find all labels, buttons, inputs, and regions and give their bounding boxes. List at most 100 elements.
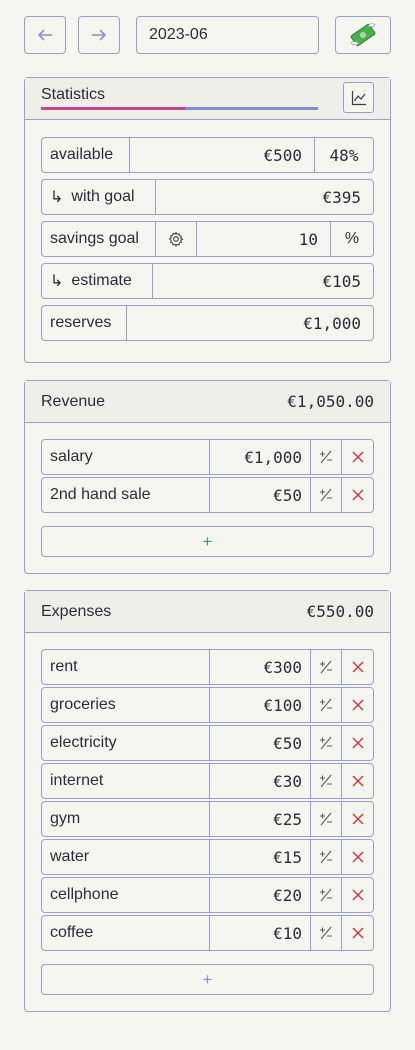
expenses-title: Expenses xyxy=(41,602,112,620)
percent-toggle-button[interactable] xyxy=(311,840,342,874)
item-amount-input[interactable]: €10 xyxy=(210,916,311,950)
with-goal-value: €395 xyxy=(322,187,361,207)
revenue-item-row: salary €1,000 xyxy=(41,439,374,475)
stat-row-estimate: ↳ estimate €105 xyxy=(41,263,374,299)
item-name-input[interactable]: water xyxy=(42,840,210,874)
item-name-input[interactable]: internet xyxy=(42,764,210,798)
savings-goal-input[interactable]: 10 xyxy=(197,222,331,256)
gear-icon xyxy=(168,231,184,247)
percent-toggle-button[interactable] xyxy=(311,726,342,760)
percent-toggle-button[interactable] xyxy=(311,878,342,912)
next-month-button[interactable] xyxy=(78,16,120,54)
delete-item-button[interactable] xyxy=(342,650,373,684)
money-button[interactable] xyxy=(335,16,391,54)
revenue-header: Revenue €1,050.00 xyxy=(25,381,390,423)
plus-minus-icon xyxy=(320,888,332,902)
item-amount-input[interactable]: €20 xyxy=(210,878,311,912)
savings-goal-label: savings goal xyxy=(42,222,156,256)
delete-item-button[interactable] xyxy=(342,878,373,912)
savings-goal-unit: % xyxy=(344,230,360,247)
line-chart-icon xyxy=(351,90,366,105)
item-name-input[interactable]: 2nd hand sale xyxy=(42,478,210,512)
revenue-card: Revenue €1,050.00 salary €1,000 2nd hand s… xyxy=(24,380,391,574)
delete-item-button[interactable] xyxy=(342,802,373,836)
estimate-label: estimate xyxy=(71,272,132,289)
stat-row-reserves: reserves €1,000 xyxy=(41,305,374,341)
item-amount-input[interactable]: €50 xyxy=(210,478,311,512)
close-icon xyxy=(352,699,363,711)
item-name-input[interactable]: salary xyxy=(42,440,210,474)
delete-item-button[interactable] xyxy=(342,478,373,512)
percent-toggle-button[interactable] xyxy=(311,478,342,512)
delete-item-button[interactable] xyxy=(342,840,373,874)
plus-minus-icon xyxy=(320,736,332,750)
item-name-input[interactable]: groceries xyxy=(42,688,210,722)
plus-minus-icon xyxy=(320,450,332,464)
stat-row-available: available €500 48% xyxy=(41,137,374,173)
delete-item-button[interactable] xyxy=(342,916,373,950)
item-name-input[interactable]: rent xyxy=(42,650,210,684)
item-amount-input[interactable]: €30 xyxy=(210,764,311,798)
with-goal-label: with goal xyxy=(71,188,135,205)
close-icon xyxy=(352,889,363,901)
plus-minus-icon xyxy=(320,698,332,712)
close-icon xyxy=(352,927,363,939)
percent-toggle-button[interactable] xyxy=(311,764,342,798)
expenses-item-row: water €15 xyxy=(41,839,374,875)
delete-item-button[interactable] xyxy=(342,764,373,798)
item-amount-input[interactable]: €25 xyxy=(210,802,311,836)
plus-minus-icon xyxy=(320,660,332,674)
statistics-card: Statistics available €500 48% ↳ with goa… xyxy=(24,77,391,363)
delete-item-button[interactable] xyxy=(342,440,373,474)
with-goal-label-cell: ↳ with goal xyxy=(42,180,156,214)
item-amount-input[interactable]: €50 xyxy=(210,726,311,760)
revenue-title: Revenue xyxy=(41,392,106,410)
plus-minus-icon xyxy=(320,774,332,788)
expenses-item-row: groceries €100 xyxy=(41,687,374,723)
previous-month-button[interactable] xyxy=(24,16,66,54)
statistics-header: Statistics xyxy=(25,78,390,120)
item-amount-input[interactable]: €300 xyxy=(210,650,311,684)
stat-row-with-goal: ↳ with goal €395 xyxy=(41,179,374,215)
available-percent: 48% xyxy=(329,145,359,165)
expenses-card: Expenses €550.00 rent €300 groceries €100 el… xyxy=(24,590,391,1012)
percent-toggle-button[interactable] xyxy=(311,440,342,474)
percent-toggle-button[interactable] xyxy=(311,916,342,950)
estimate-value: €105 xyxy=(322,271,361,291)
expenses-total: €550.00 xyxy=(306,602,374,621)
delete-item-button[interactable] xyxy=(342,726,373,760)
close-icon xyxy=(352,661,363,673)
arrow-left-icon xyxy=(37,29,52,41)
return-arrow-icon: ↳ xyxy=(50,189,64,206)
statistics-title: Statistics xyxy=(41,85,106,103)
expenses-header: Expenses €550.00 xyxy=(25,591,390,633)
available-value: €500 xyxy=(130,138,315,172)
available-label: available xyxy=(42,138,130,172)
plus-minus-icon xyxy=(320,926,332,940)
percent-toggle-button[interactable] xyxy=(311,688,342,722)
add-expense-button[interactable]: + xyxy=(41,964,374,995)
percent-toggle-button[interactable] xyxy=(311,650,342,684)
plus-icon: + xyxy=(202,531,213,551)
month-input[interactable]: 2023-06 xyxy=(136,16,319,54)
money-with-wings-icon xyxy=(350,23,376,47)
item-amount-input[interactable]: €1,000 xyxy=(210,440,311,474)
arrow-right-icon xyxy=(92,29,107,41)
expenses-item-row: internet €30 xyxy=(41,763,374,799)
item-name-input[interactable]: cellphone xyxy=(42,878,210,912)
revenue-total: €1,050.00 xyxy=(287,392,374,411)
item-amount-input[interactable]: €15 xyxy=(210,840,311,874)
chart-button[interactable] xyxy=(343,82,374,113)
percent-toggle-button[interactable] xyxy=(311,802,342,836)
plus-minus-icon xyxy=(320,488,332,502)
delete-item-button[interactable] xyxy=(342,688,373,722)
top-bar: 2023-06 xyxy=(24,16,391,54)
reserves-input[interactable]: €1,000 xyxy=(127,306,373,340)
item-name-input[interactable]: coffee xyxy=(42,916,210,950)
savings-goal-settings-button[interactable] xyxy=(156,222,197,256)
item-name-input[interactable]: gym xyxy=(42,802,210,836)
add-revenue-button[interactable]: + xyxy=(41,526,374,557)
item-amount-input[interactable]: €100 xyxy=(210,688,311,722)
plus-minus-icon xyxy=(320,812,332,826)
item-name-input[interactable]: electricity xyxy=(42,726,210,760)
